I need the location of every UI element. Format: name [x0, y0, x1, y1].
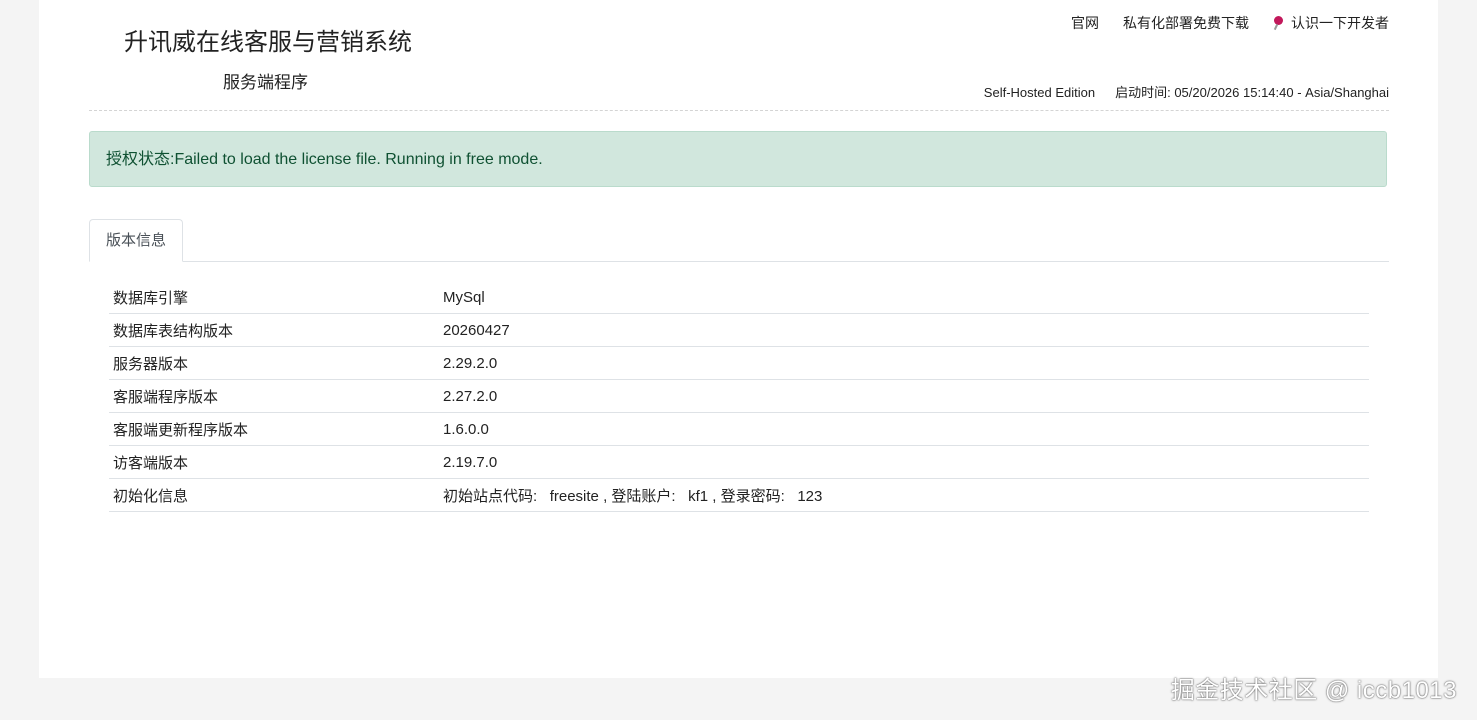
pin-icon	[1273, 16, 1285, 30]
edition-info: Self-Hosted Edition 启动时间: 05/20/2026 15:1…	[984, 82, 1389, 101]
version-info-table: 数据库引擎 MySql 数据库表结构版本 20260427 服务器版本 2.29…	[109, 281, 1369, 512]
row-value: 2.29.2.0	[439, 346, 1369, 380]
meet-developer-label: 认识一下开发者	[1291, 15, 1389, 31]
table-row: 客服端程序版本 2.27.2.0	[109, 379, 1369, 413]
account-value: kf1	[688, 487, 709, 505]
start-time-label: 启动时间:	[1115, 85, 1171, 100]
edition-label: Self-Hosted Edition	[983, 85, 1096, 100]
row-key: 数据库表结构版本	[109, 313, 439, 347]
row-key: 客服端程序版本	[109, 379, 439, 413]
row-value: MySql	[439, 281, 1369, 314]
row-key: 初始化信息	[109, 478, 439, 512]
table-row: 访客端版本 2.19.7.0	[109, 445, 1369, 479]
init-info-value: 初始站点代码: freesite , 登陆账户: kf1 , 登录密码: 123	[439, 478, 1369, 512]
table-row: 数据库引擎 MySql	[109, 281, 1369, 314]
row-value: 2.19.7.0	[439, 445, 1369, 479]
top-nav: 官网 私有化部署免费下载 认识一下开发者	[1071, 13, 1389, 33]
start-time-value: 05/20/2026 15:14:40 - Asia/Shanghai	[1174, 85, 1389, 100]
row-key: 数据库引擎	[109, 281, 439, 314]
watermark: 掘金技术社区 @ iccb1013	[1170, 677, 1457, 704]
password-value: 123	[797, 487, 823, 505]
password-label: , 登录密码:	[712, 487, 785, 505]
license-status-alert: 授权状态:Failed to load the license file. Ru…	[89, 131, 1387, 187]
tab-version-info[interactable]: 版本信息	[89, 219, 184, 262]
site-code-label: 初始站点代码:	[443, 487, 538, 505]
meet-developer-link[interactable]: 认识一下开发者	[1273, 13, 1389, 33]
table-row: 客服端更新程序版本 1.6.0.0	[109, 412, 1369, 446]
table-row: 数据库表结构版本 20260427	[109, 313, 1369, 347]
page-header: 升讯威在线客服与营销系统 服务端程序 官网 私有化部署免费下载 认识一下开发者 …	[89, 0, 1389, 111]
row-value: 20260427	[439, 313, 1369, 347]
tab-bar: 版本信息	[89, 219, 1389, 262]
site-code-value: freesite	[549, 487, 599, 505]
app-subtitle: 服务端程序	[223, 73, 308, 92]
account-label: , 登陆账户:	[603, 487, 676, 505]
row-value: 1.6.0.0	[439, 412, 1369, 446]
table-row: 服务器版本 2.29.2.0	[109, 346, 1369, 380]
official-site-link[interactable]: 官网	[1071, 13, 1099, 33]
row-key: 访客端版本	[109, 445, 439, 479]
row-value: 2.27.2.0	[439, 379, 1369, 413]
table-row: 初始化信息 初始站点代码: freesite , 登陆账户: kf1 , 登录密…	[109, 478, 1369, 512]
row-key: 客服端更新程序版本	[109, 412, 439, 446]
private-download-link[interactable]: 私有化部署免费下载	[1123, 13, 1249, 33]
row-key: 服务器版本	[109, 346, 439, 380]
app-title: 升讯威在线客服与营销系统	[124, 29, 412, 56]
